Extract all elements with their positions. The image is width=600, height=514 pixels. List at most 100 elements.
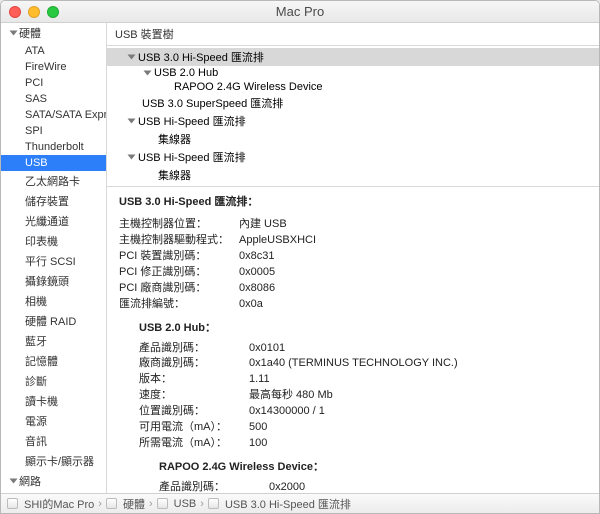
sidebar-item[interactable]: ATA <box>1 43 106 59</box>
detail-row: PCI 修正識別碼：0x0005 <box>119 265 587 281</box>
sidebar-item[interactable]: 儲存裝置 <box>1 191 106 211</box>
chevron-right-icon: › <box>200 498 204 510</box>
sidebar-category[interactable]: 硬體 <box>1 23 106 43</box>
tree-row[interactable]: USB 2.0 Hub <box>107 66 599 80</box>
sidebar-item[interactable]: SATA/SATA Express <box>1 107 106 123</box>
chevron-right-icon: › <box>98 498 102 510</box>
detail-value: 0x0101 <box>249 341 285 357</box>
disclosure-icon[interactable] <box>128 155 136 160</box>
sidebar-item[interactable]: 顯示卡/顯示器 <box>1 451 106 471</box>
sidebar-item[interactable]: SAS <box>1 91 106 107</box>
zoom-icon[interactable] <box>47 6 59 18</box>
sidebar-item[interactable]: 藍牙 <box>1 331 106 351</box>
disclosure-icon[interactable] <box>128 119 136 124</box>
detail-key: 主機控制器驅動程式： <box>119 233 239 249</box>
sidebar-item[interactable]: Thunderbolt <box>1 139 106 155</box>
breadcrumb-icon <box>7 498 18 509</box>
detail-row: PCI 廠商識別碼：0x8086 <box>119 281 587 297</box>
sidebar-item[interactable]: 硬體 RAID <box>1 311 106 331</box>
disclosure-icon <box>10 479 18 484</box>
breadcrumb-item[interactable]: USB 3.0 Hi-Speed 匯流排 <box>225 496 351 512</box>
detail-key: PCI 修正識別碼： <box>119 265 239 281</box>
detail-sub-title: USB 2.0 Hub： <box>139 321 587 337</box>
tree-row-label: RAPOO 2.4G Wireless Device <box>174 81 323 93</box>
detail-key: 匯流排編號： <box>119 297 239 313</box>
detail-row: 主機控制器驅動程式：AppleUSBXHCI <box>119 233 587 249</box>
tree-row-label: USB 2.0 Hub <box>154 67 218 79</box>
tree-row[interactable]: USB Hi-Speed 匯流排 <box>107 148 599 166</box>
sidebar-item[interactable]: 診斷 <box>1 371 106 391</box>
disclosure-icon[interactable] <box>144 71 152 76</box>
tree-row-label: USB Hi-Speed 匯流排 <box>138 113 246 129</box>
detail-sub-title: RAPOO 2.4G Wireless Device： <box>159 460 587 476</box>
detail-value: 0x2000 <box>269 480 305 493</box>
close-icon[interactable] <box>9 6 21 18</box>
breadcrumb-item[interactable]: 硬體 <box>123 496 145 512</box>
detail-value: 500 <box>249 420 267 436</box>
detail-key: 位置識別碼： <box>139 404 249 420</box>
breadcrumb[interactable]: SHI的Mac Pro›硬體›USB›USB 3.0 Hi-Speed 匯流排 <box>1 493 599 513</box>
breadcrumb-icon <box>157 498 168 509</box>
detail-row: 位置識別碼：0x14300000 / 1 <box>139 404 587 420</box>
tree-row-label: USB Hi-Speed 匯流排 <box>138 149 246 165</box>
system-info-window: Mac Pro 硬體ATAFireWirePCISASSATA/SATA Exp… <box>0 0 600 514</box>
breadcrumb-item[interactable]: USB <box>174 498 197 510</box>
sidebar-item[interactable]: 讀卡機 <box>1 391 106 411</box>
window-body: 硬體ATAFireWirePCISASSATA/SATA ExpressSPIT… <box>1 23 599 493</box>
detail-key: PCI 裝置識別碼： <box>119 249 239 265</box>
sidebar-item[interactable]: 攝錄鏡頭 <box>1 271 106 291</box>
detail-value: AppleUSBXHCI <box>239 233 316 249</box>
detail-value: 0x0005 <box>239 265 275 281</box>
detail-value: 0x0a <box>239 297 263 313</box>
main-pane: USB 裝置樹 USB 3.0 Hi-Speed 匯流排USB 2.0 HubR… <box>107 23 599 493</box>
detail-key: 可用電流（mA）： <box>139 420 249 436</box>
detail-key: 所需電流（mA）： <box>139 436 249 452</box>
chevron-right-icon: › <box>149 498 153 510</box>
detail-row: 主機控制器位置：內建 USB <box>119 217 587 233</box>
detail-row: 匯流排編號：0x0a <box>119 297 587 313</box>
tree-row-label: 集線器 <box>158 131 191 147</box>
sidebar[interactable]: 硬體ATAFireWirePCISASSATA/SATA ExpressSPIT… <box>1 23 107 493</box>
titlebar[interactable]: Mac Pro <box>1 1 599 23</box>
tree-row-label: USB 3.0 Hi-Speed 匯流排 <box>138 49 264 65</box>
sidebar-item[interactable]: FireWire <box>1 59 106 75</box>
sidebar-item[interactable]: 乙太網路卡 <box>1 171 106 191</box>
window-title: Mac Pro <box>1 4 599 19</box>
tree-row[interactable]: 集線器 <box>107 130 599 148</box>
sidebar-item[interactable]: 音訊 <box>1 431 106 451</box>
tree-row[interactable]: RAPOO 2.4G Wireless Device <box>107 80 599 94</box>
sidebar-item[interactable]: 相機 <box>1 291 106 311</box>
minimize-icon[interactable] <box>28 6 40 18</box>
sidebar-item[interactable]: 記憶體 <box>1 351 106 371</box>
detail-key: 速度： <box>139 388 249 404</box>
detail-value: 0x14300000 / 1 <box>249 404 325 420</box>
tree-row[interactable]: USB 3.0 SuperSpeed 匯流排 <box>107 94 599 112</box>
sidebar-category[interactable]: 網路 <box>1 471 106 491</box>
sidebar-item[interactable]: USB <box>1 155 106 171</box>
detail-sub: RAPOO 2.4G Wireless Device：產品識別碼：0x2000廠… <box>159 460 587 493</box>
sidebar-item[interactable]: PCI <box>1 75 106 91</box>
detail-key: 廠商識別碼： <box>139 356 249 372</box>
breadcrumb-item[interactable]: SHI的Mac Pro <box>24 496 94 512</box>
tree-row-label: USB 3.0 SuperSpeed 匯流排 <box>142 95 283 111</box>
sidebar-item[interactable]: 電源 <box>1 411 106 431</box>
sidebar-item[interactable]: 光纖通道 <box>1 211 106 231</box>
device-tree[interactable]: USB 3.0 Hi-Speed 匯流排 USB 2.0 Hub RAPOO 2.4… <box>107 46 599 187</box>
sidebar-item[interactable]: 平行 SCSI <box>1 251 106 271</box>
sidebar-category-label: 網路 <box>19 473 41 489</box>
detail-sub: USB 2.0 Hub：產品識別碼：0x0101廠商識別碼：0x1a40 (TE… <box>139 321 587 493</box>
detail-key: PCI 廠商識別碼： <box>119 281 239 297</box>
sidebar-item[interactable]: 印表機 <box>1 231 106 251</box>
detail-value: 0x1a40 (TERMINUS TECHNOLOGY INC.) <box>249 356 458 372</box>
disclosure-icon[interactable] <box>128 55 136 60</box>
tree-row[interactable]: 集線器 <box>107 166 599 184</box>
traffic-lights <box>9 6 59 18</box>
tree-row[interactable]: USB 3.0 Hi-Speed 匯流排 <box>107 48 599 66</box>
detail-key: 版本： <box>139 372 249 388</box>
breadcrumb-icon <box>208 498 219 509</box>
tree-row[interactable]: USB Hi-Speed 匯流排 <box>107 112 599 130</box>
detail-pane[interactable]: USB 3.0 Hi-Speed 匯流排：主機控制器位置：內建 USB主機控制器… <box>107 187 599 493</box>
sidebar-item[interactable]: SPI <box>1 123 106 139</box>
detail-row: 所需電流（mA）：100 <box>139 436 587 452</box>
detail-row: 可用電流（mA）：500 <box>139 420 587 436</box>
